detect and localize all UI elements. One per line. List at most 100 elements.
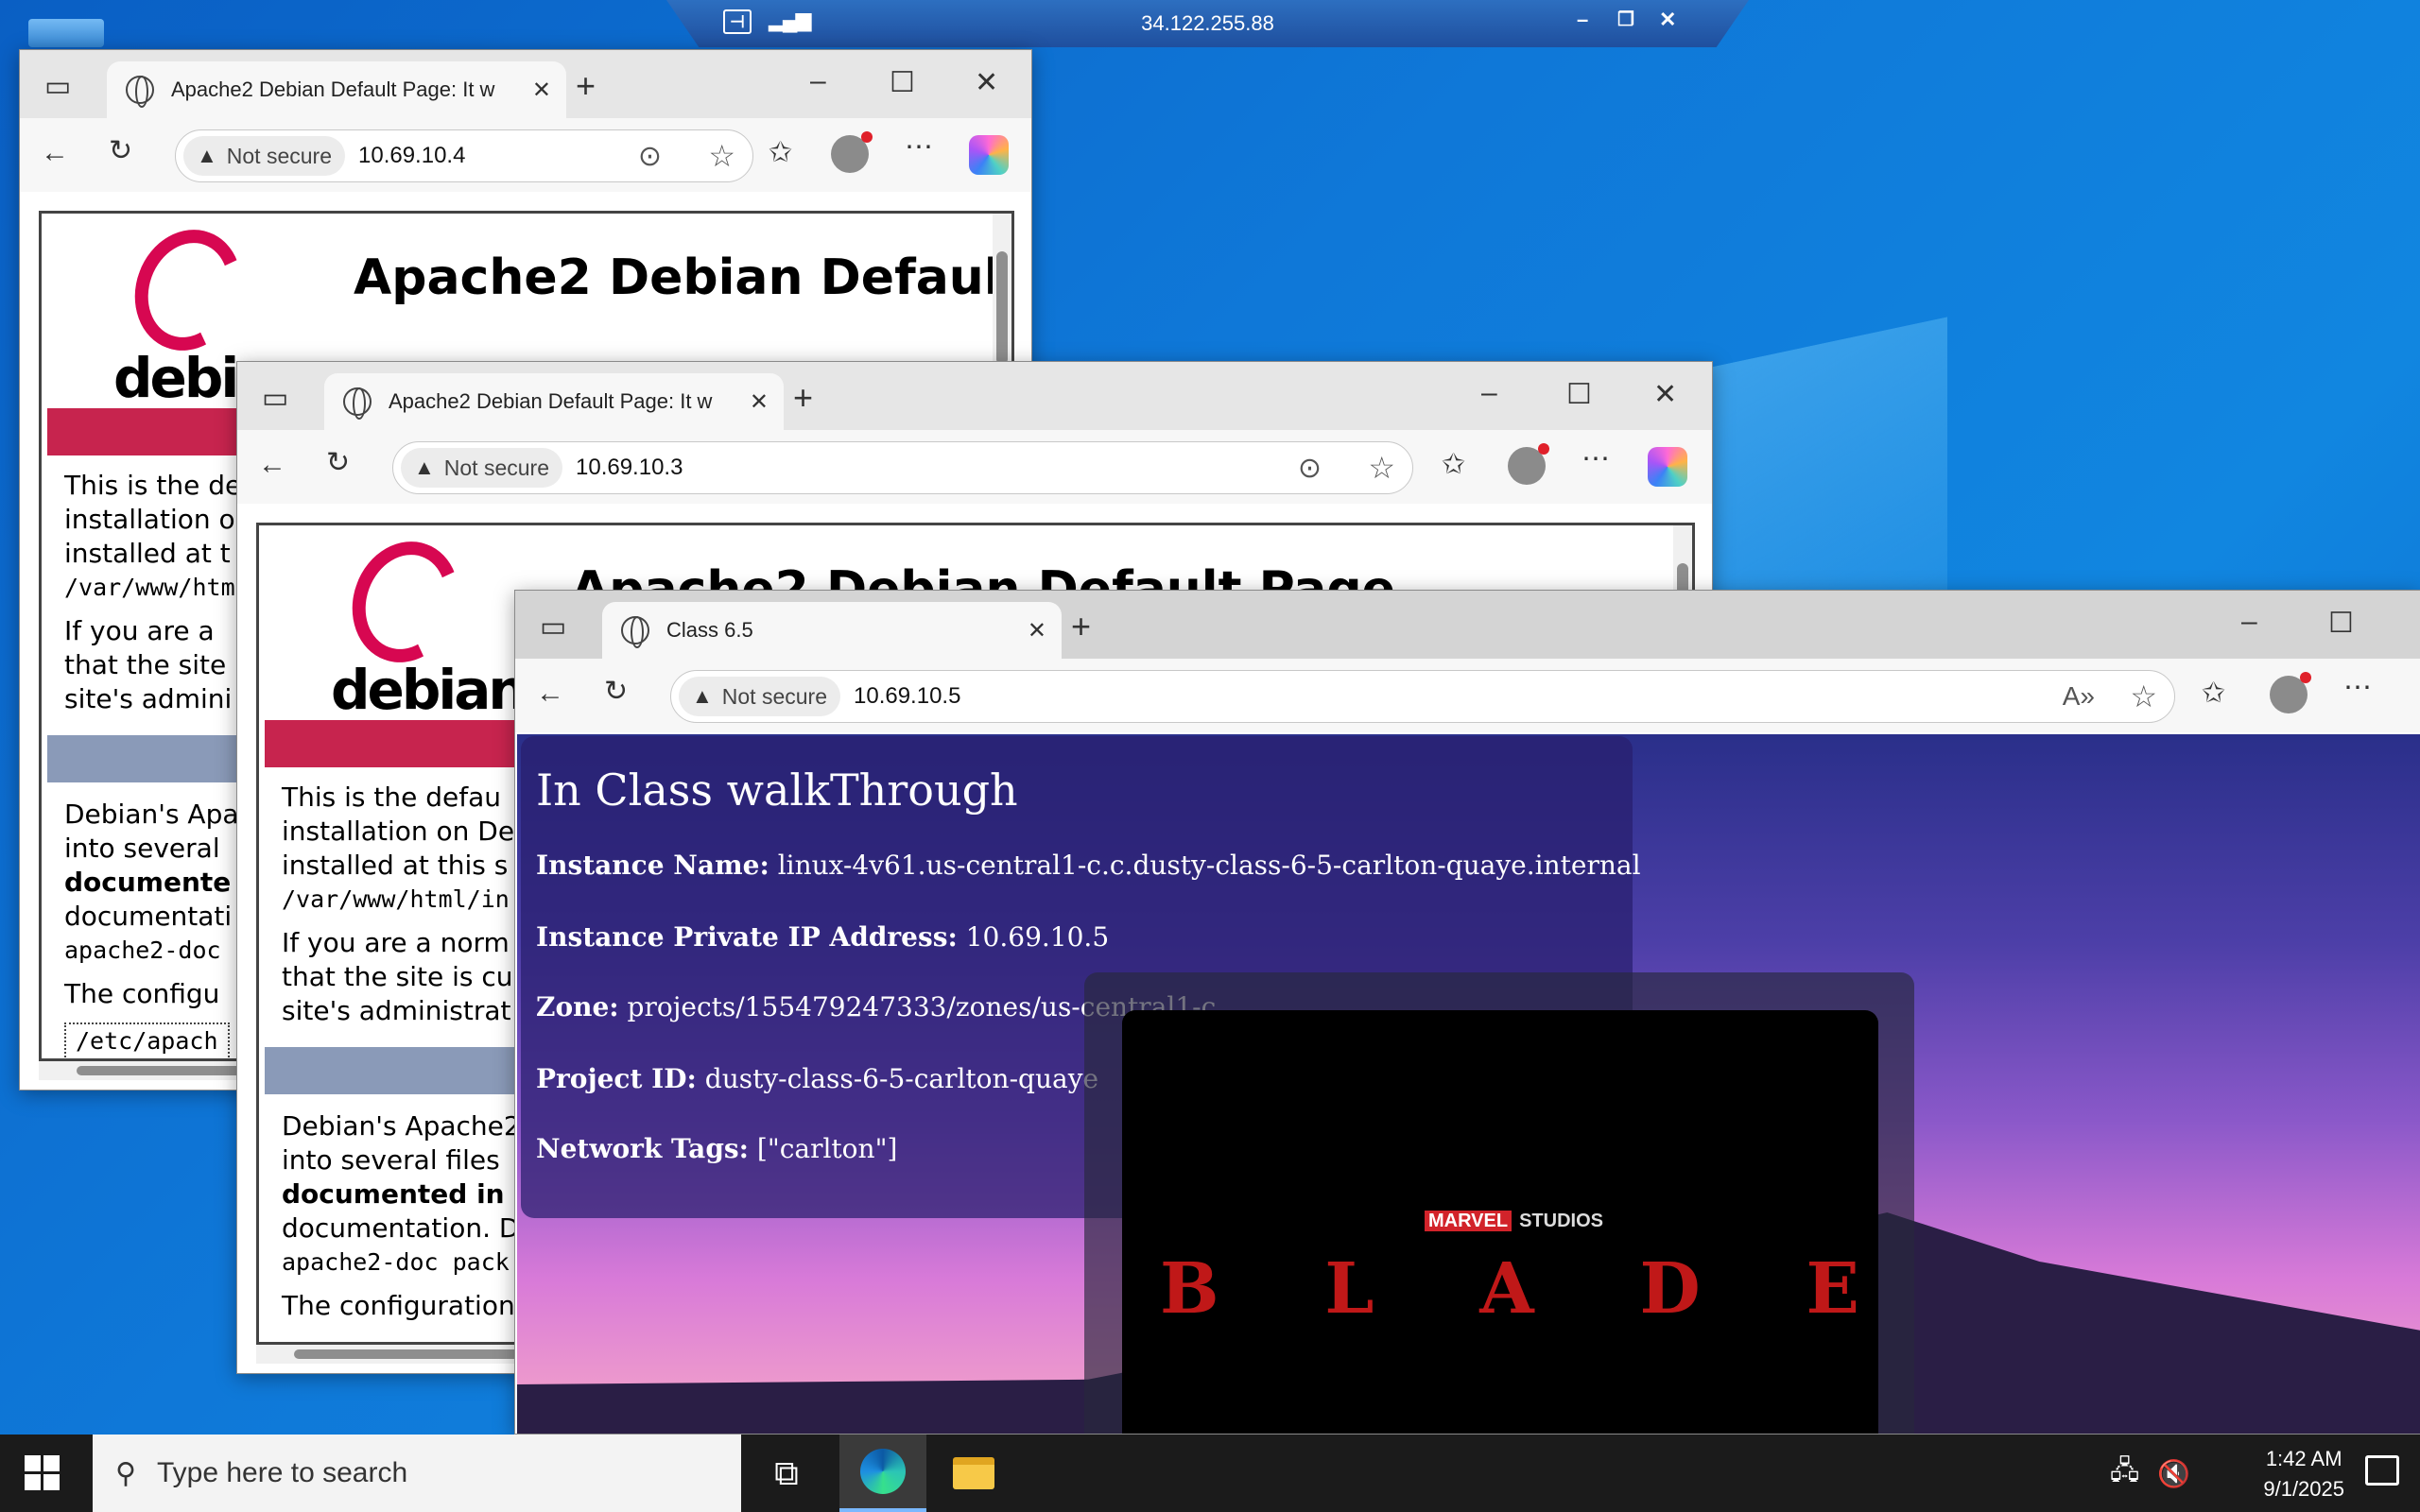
profile-avatar[interactable] bbox=[2270, 672, 2311, 713]
tab-actions-icon[interactable]: ▭ bbox=[540, 613, 566, 642]
body-text: site's administrat bbox=[282, 995, 511, 1026]
profile-avatar[interactable] bbox=[831, 131, 873, 173]
video-frame[interactable]: MARVEL STUDIOS B L A D E bbox=[1122, 1010, 1878, 1434]
back-icon[interactable]: ← bbox=[536, 679, 564, 708]
warning-icon: ▲ bbox=[414, 455, 435, 479]
read-aloud-icon[interactable]: A» bbox=[2063, 681, 2095, 712]
studio-word: STUDIOS bbox=[1519, 1211, 1603, 1231]
body-text: /var/www/htm bbox=[64, 574, 235, 601]
tab-apache-2[interactable]: Apache2 Debian Default Page: It w ✕ bbox=[324, 373, 784, 430]
settings-menu-icon[interactable]: ⋯ bbox=[1582, 445, 1610, 473]
copilot-icon[interactable] bbox=[969, 135, 1009, 175]
settings-menu-icon[interactable]: ⋯ bbox=[905, 133, 933, 162]
network-icon[interactable]: 🖧 bbox=[2110, 1435, 2139, 1512]
favorite-star-icon[interactable]: ☆ bbox=[1368, 450, 1395, 486]
body-text: into several files bbox=[282, 1144, 500, 1176]
address-bar[interactable]: ▲ Not secure 10.69.10.4 ⊙ ☆ bbox=[175, 129, 753, 182]
back-icon[interactable]: ← bbox=[41, 139, 69, 167]
video-player[interactable]: MARVEL STUDIOS B L A D E bbox=[1084, 972, 1914, 1434]
rdp-restore-button[interactable]: ❐ bbox=[1617, 8, 1634, 31]
body-text: This is the de bbox=[64, 470, 242, 501]
page-heading: Apache2 Debian Defaul bbox=[354, 249, 1001, 306]
favorites-icon[interactable]: ✩ bbox=[2202, 679, 2225, 708]
more-options-icon[interactable]: ⊙ bbox=[638, 140, 662, 173]
url-text: 10.69.10.4 bbox=[358, 143, 466, 168]
row-value: ["carlton"] bbox=[756, 1133, 898, 1164]
windows-start-icon[interactable] bbox=[25, 1455, 60, 1491]
more-options-icon[interactable]: ⊙ bbox=[1298, 452, 1322, 485]
body-text: /var/www/html/in bbox=[282, 885, 510, 913]
favorites-icon[interactable]: ✩ bbox=[1442, 451, 1465, 479]
rdp-minimize-button[interactable]: – bbox=[1577, 8, 1588, 32]
body-text: installed at this s bbox=[282, 850, 509, 881]
body-text: installation o bbox=[64, 504, 235, 535]
section-bar bbox=[47, 735, 255, 782]
profile-avatar[interactable] bbox=[1508, 443, 1549, 485]
body-text: The configu bbox=[64, 978, 220, 1009]
url-text: 10.69.10.3 bbox=[576, 455, 683, 480]
security-indicator[interactable]: ▲ Not secure bbox=[401, 448, 562, 488]
marvel-studios-logo: MARVEL STUDIOS bbox=[1425, 1211, 1611, 1232]
tab-actions-icon[interactable]: ▭ bbox=[262, 385, 288, 413]
minimize-button[interactable]: – bbox=[1481, 379, 1497, 407]
rdp-close-button[interactable]: ✕ bbox=[1659, 8, 1676, 32]
maximize-button[interactable]: ☐ bbox=[1566, 381, 1592, 409]
volume-muted-icon[interactable]: 🔇 bbox=[2157, 1435, 2190, 1512]
row-value: 10.69.10.5 bbox=[965, 921, 1110, 953]
minimize-button[interactable]: – bbox=[810, 67, 826, 95]
task-view-icon[interactable]: ⧉ bbox=[743, 1435, 830, 1512]
close-button[interactable]: ✕ bbox=[975, 69, 998, 97]
notification-icon[interactable] bbox=[2365, 1455, 2399, 1486]
favorites-icon[interactable]: ✩ bbox=[769, 139, 792, 167]
tab-actions-icon[interactable]: ▭ bbox=[44, 73, 71, 101]
desktop-icon[interactable] bbox=[28, 19, 104, 47]
address-bar[interactable]: ▲ Not secure 10.69.10.5 A» ☆ bbox=[670, 670, 2175, 723]
taskbar: ⚲ Type here to search ⧉ 🖧 🔇 1:42 AM 9/1/… bbox=[0, 1435, 2420, 1512]
maximize-button[interactable]: ☐ bbox=[2328, 610, 2354, 638]
tab-close-icon[interactable]: ✕ bbox=[1028, 617, 1046, 644]
studio-brand: MARVEL bbox=[1425, 1211, 1512, 1231]
nav-toolbar: ← ↻ ▲ Not secure 10.69.10.4 ⊙ ☆ ✩ ⋯ bbox=[20, 118, 1031, 192]
favorite-star-icon[interactable]: ☆ bbox=[708, 138, 735, 174]
row-label: Instance Name: bbox=[536, 850, 769, 881]
security-indicator[interactable]: ▲ Not secure bbox=[183, 136, 345, 176]
tab-apache-1[interactable]: Apache2 Debian Default Page: It w ✕ bbox=[107, 61, 566, 118]
body-text: This is the defau bbox=[282, 782, 501, 813]
new-tab-icon[interactable]: + bbox=[1071, 610, 1091, 644]
refresh-icon[interactable]: ↻ bbox=[604, 678, 628, 706]
body-text: into several bbox=[64, 833, 220, 864]
body-text: that the site bbox=[64, 649, 227, 680]
close-button[interactable]: ✕ bbox=[1653, 381, 1677, 409]
edge-taskbar-icon[interactable] bbox=[839, 1435, 926, 1512]
system-clock[interactable]: 1:42 AM 9/1/2025 bbox=[2263, 1444, 2344, 1504]
body-text: site's admini bbox=[64, 683, 233, 714]
copilot-icon[interactable] bbox=[1648, 447, 1687, 487]
tab-close-icon[interactable]: ✕ bbox=[532, 77, 551, 104]
row-value: linux-4v61.us-central1-c.c.dusty-class-6… bbox=[777, 850, 1641, 881]
folder-icon bbox=[953, 1457, 994, 1489]
settings-menu-icon[interactable]: ⋯ bbox=[2343, 674, 2372, 702]
debian-logo-swirl bbox=[118, 215, 258, 366]
security-indicator[interactable]: ▲ Not secure bbox=[679, 677, 840, 716]
tab-close-icon[interactable]: ✕ bbox=[750, 388, 769, 416]
address-bar[interactable]: ▲ Not secure 10.69.10.3 ⊙ ☆ bbox=[392, 441, 1413, 494]
blade-title: B L A D E bbox=[1160, 1248, 1859, 1330]
warning-icon: ▲ bbox=[692, 684, 713, 708]
refresh-icon[interactable]: ↻ bbox=[109, 137, 132, 165]
taskbar-search[interactable]: ⚲ Type here to search bbox=[93, 1435, 741, 1512]
scroll-thumb[interactable] bbox=[996, 251, 1008, 365]
globe-icon bbox=[126, 76, 154, 108]
search-placeholder: Type here to search bbox=[156, 1457, 408, 1488]
tab-class-65[interactable]: Class 6.5 ✕ bbox=[602, 602, 1062, 659]
maximize-button[interactable]: ☐ bbox=[890, 69, 915, 97]
file-explorer-icon[interactable] bbox=[930, 1435, 1017, 1512]
title-letter: L bbox=[1324, 1248, 1374, 1330]
new-tab-icon[interactable]: + bbox=[576, 69, 596, 103]
refresh-icon[interactable]: ↻ bbox=[326, 449, 350, 477]
section-bar bbox=[265, 1047, 548, 1094]
body-text: installed at t bbox=[64, 538, 231, 569]
favorite-star-icon[interactable]: ☆ bbox=[2130, 679, 2157, 714]
minimize-button[interactable]: – bbox=[2241, 608, 2257, 636]
new-tab-icon[interactable]: + bbox=[793, 381, 813, 415]
back-icon[interactable]: ← bbox=[258, 451, 286, 479]
